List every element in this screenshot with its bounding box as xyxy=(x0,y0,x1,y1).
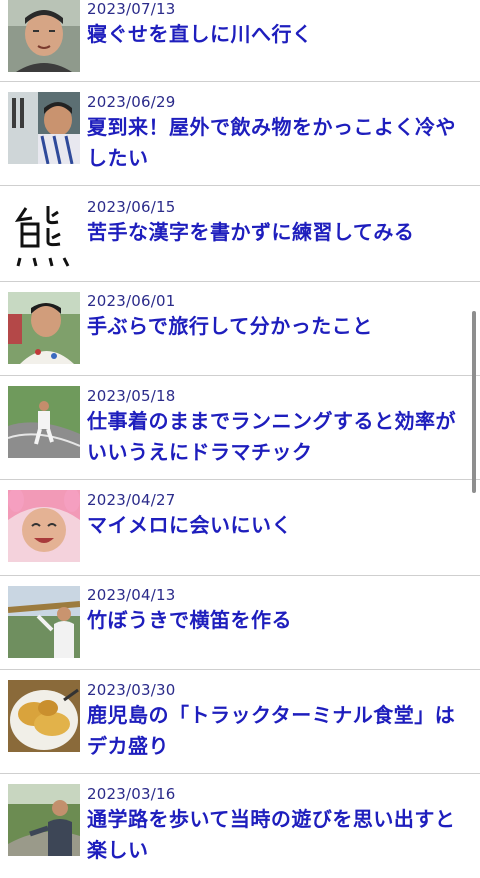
person-running-road-thumbnail[interactable] xyxy=(8,386,80,458)
list-item[interactable]: 2023/05/18 仕事着のままでランニングすると効率がいいうえにドラマチック xyxy=(0,376,480,480)
person-walking-path-thumbnail[interactable] xyxy=(8,784,80,856)
kanji-calligraphy-thumbnail[interactable] xyxy=(8,198,80,270)
article-date: 2023/04/13 xyxy=(87,586,176,604)
fried-food-plate-thumbnail[interactable] xyxy=(8,680,80,752)
list-item[interactable]: 2023/04/13 竹ぼうきで横笛を作る xyxy=(0,576,480,670)
article-title-link[interactable]: 夏到来！屋外で飲み物をかっこよく冷やしたい xyxy=(87,112,466,174)
article-date: 2023/07/13 xyxy=(87,0,176,18)
article-date: 2023/06/01 xyxy=(87,292,176,310)
article-title-link[interactable]: マイメロに会いにいく xyxy=(87,510,466,541)
person-pink-hood-thumbnail[interactable] xyxy=(8,490,80,562)
article-date: 2023/04/27 xyxy=(87,491,176,509)
person-bamboo-flute-thumbnail[interactable] xyxy=(8,586,80,658)
scrollbar-thumb[interactable] xyxy=(472,311,476,493)
list-item[interactable]: 2023/03/30 鹿児島の「トラックターミナル食堂」はデカ盛り xyxy=(0,670,480,774)
list-item[interactable]: 2023/06/01 手ぶらで旅行して分かったこと xyxy=(0,282,480,376)
person-portrait-outdoors-thumbnail[interactable] xyxy=(8,292,80,364)
article-list: 2023/07/13 寝ぐせを直しに川へ行く 2023/06/29 夏到来！屋外… xyxy=(0,0,480,878)
article-title-link[interactable]: 鹿児島の「トラックターミナル食堂」はデカ盛り xyxy=(87,700,466,762)
article-date: 2023/05/18 xyxy=(87,387,176,405)
list-item[interactable]: 2023/04/27 マイメロに会いにいく xyxy=(0,480,480,576)
article-title-link[interactable]: 手ぶらで旅行して分かったこと xyxy=(87,311,466,342)
article-date: 2023/06/15 xyxy=(87,198,176,216)
article-date: 2023/03/16 xyxy=(87,785,176,803)
article-title-link[interactable]: 竹ぼうきで横笛を作る xyxy=(87,605,466,636)
article-title-link[interactable]: 寝ぐせを直しに川へ行く xyxy=(87,19,466,50)
article-title-link[interactable]: 通学路を歩いて当時の遊びを思い出すと楽しい xyxy=(87,804,466,866)
person-portrait-thumbnail[interactable] xyxy=(8,0,80,72)
list-item[interactable]: 2023/03/16 通学路を歩いて当時の遊びを思い出すと楽しい xyxy=(0,774,480,878)
list-item[interactable]: 2023/06/15 苦手な漢字を書かずに練習してみる xyxy=(0,186,480,282)
article-date: 2023/03/30 xyxy=(87,681,176,699)
article-date: 2023/06/29 xyxy=(87,93,176,111)
list-item[interactable]: 2023/07/13 寝ぐせを直しに川へ行く xyxy=(0,0,480,82)
person-car-window-thumbnail[interactable] xyxy=(8,92,80,164)
list-item[interactable]: 2023/06/29 夏到来！屋外で飲み物をかっこよく冷やしたい xyxy=(0,82,480,186)
article-title-link[interactable]: 苦手な漢字を書かずに練習してみる xyxy=(87,217,466,248)
article-title-link[interactable]: 仕事着のままでランニングすると効率がいいうえにドラマチック xyxy=(87,406,466,468)
